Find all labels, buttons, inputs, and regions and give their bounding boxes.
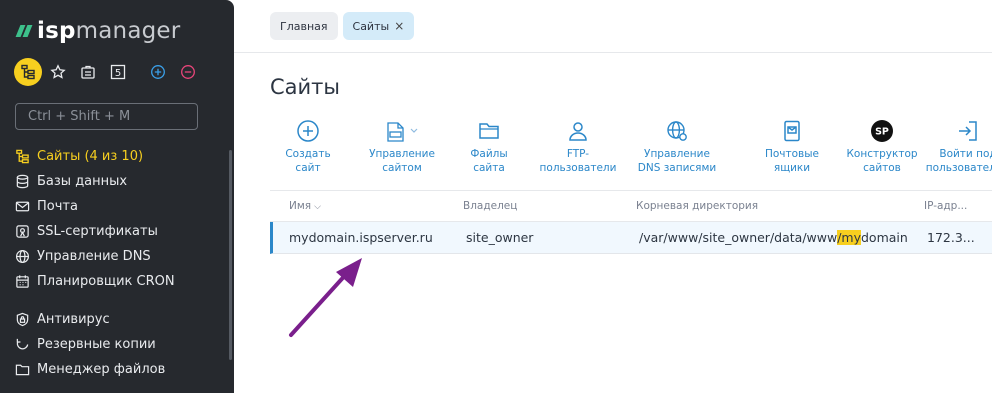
- header-divider: [234, 52, 992, 53]
- sidebar-item-label: SSL-сертификаты: [37, 224, 158, 239]
- table-header: Имя ⌵ Владелец Корневая директория IP-адр…: [270, 190, 992, 222]
- site-files-button[interactable]: Файлы сайта: [459, 118, 519, 175]
- dns-settings-icon: [664, 118, 690, 144]
- chevron-down-icon[interactable]: ⌵: [314, 202, 321, 212]
- sidebar-item-dns[interactable]: Управление DNS: [15, 244, 225, 269]
- sitemap-icon[interactable]: [14, 58, 42, 86]
- number-5-icon[interactable]: 5: [104, 58, 132, 86]
- sidebar-item-label: Почта: [37, 199, 78, 214]
- login-as-user-button[interactable]: Войти под пользователем: [926, 118, 992, 175]
- sidebar-item-label: Сайты (4 из 10): [37, 149, 144, 164]
- toolbar-label: Управление DNS записями: [637, 148, 717, 174]
- sidebar-item-label: Резервные копии: [37, 337, 156, 352]
- logo-text-manager: manager: [75, 18, 181, 44]
- cell-owner: site_owner: [466, 230, 534, 245]
- database-icon: [15, 174, 30, 189]
- plus-circle-icon: [295, 118, 321, 144]
- backup-icon: [15, 337, 30, 352]
- toolbar-label: Файлы сайта: [470, 148, 508, 174]
- sidebar-item-cron[interactable]: Планировщик CRON: [15, 269, 225, 294]
- root-dir-suffix: domain....: [861, 230, 909, 245]
- site-manage-icon: [382, 118, 422, 144]
- column-header-name[interactable]: Имя ⌵: [270, 200, 445, 212]
- mailboxes-button[interactable]: Почтовые ящики: [748, 118, 836, 175]
- sidebar-item-databases[interactable]: Базы данных: [15, 169, 225, 194]
- menu-separator: [15, 294, 225, 307]
- sidebar-item-backups[interactable]: Резервные копии: [15, 332, 225, 357]
- sp-badge-icon: SP: [869, 118, 895, 144]
- cell-ip: 172.3...: [927, 230, 975, 245]
- star-icon[interactable]: [44, 58, 72, 86]
- tab-sites[interactable]: Сайты ×: [342, 12, 415, 40]
- tab-label: Главная: [280, 19, 328, 33]
- column-header-ip[interactable]: IP-адр...: [906, 200, 986, 212]
- site-builder-button[interactable]: SP Конструктор сайтов: [846, 118, 918, 175]
- shield-lock-icon: [15, 312, 30, 327]
- annotation-arrow-icon: [289, 258, 362, 337]
- quick-access-bar: 5: [14, 58, 204, 86]
- tab-home[interactable]: Главная: [270, 12, 338, 40]
- toolbar-label: Управление сайтом: [369, 148, 435, 174]
- column-header-label: IP-адр...: [924, 200, 968, 212]
- cell-root-dir: /var/www/site_owner/data/www/mydomain...…: [621, 230, 909, 245]
- toolbar-label: Войти под пользователем: [925, 148, 992, 174]
- number-5-text: 5: [115, 68, 121, 79]
- toolbar-label: FTP- пользователи: [539, 148, 617, 174]
- search-highlight: /my: [837, 230, 861, 245]
- search-input[interactable]: [15, 103, 198, 130]
- create-site-button[interactable]: Создать сайт: [270, 118, 346, 175]
- tab-bar: Главная Сайты ×: [270, 12, 419, 40]
- column-header-owner[interactable]: Владелец: [445, 200, 618, 212]
- sites-table: Имя ⌵ Владелец Корневая директория IP-адр…: [270, 190, 992, 254]
- logo-mark-icon: [15, 24, 34, 38]
- ftp-user-icon: [565, 118, 591, 144]
- sidebar-item-label: Антивирус: [37, 312, 110, 327]
- manage-site-button[interactable]: Управление сайтом: [362, 118, 442, 175]
- sidebar-item-sites[interactable]: Сайты (4 из 10): [15, 144, 225, 169]
- table-row[interactable]: mydomain.ispserver.ru site_owner /var/ww…: [270, 222, 992, 254]
- app-window: isp manager 5 Ctrl + Shift + M Сайты (4 …: [0, 0, 992, 393]
- toolbar-label: Конструктор сайтов: [846, 148, 918, 174]
- dns-records-button[interactable]: Управление DNS записями: [631, 118, 723, 175]
- minus-circle-icon[interactable]: [174, 58, 202, 86]
- sidebar: isp manager 5 Ctrl + Shift + M Сайты (4 …: [0, 0, 234, 393]
- ssl-icon: [15, 224, 30, 239]
- toolbar-label: Почтовые ящики: [764, 148, 819, 174]
- column-header-label: Корневая директория: [636, 200, 759, 212]
- sidebar-item-antivirus[interactable]: Антивирус: [15, 307, 225, 332]
- globe-icon: [15, 249, 30, 264]
- page-title: Сайты: [270, 75, 340, 99]
- sidebar-scrollbar[interactable]: [229, 150, 232, 360]
- sites-icon: [15, 149, 30, 164]
- mail-icon: [15, 199, 30, 214]
- login-icon: [955, 118, 981, 144]
- column-header-label: Владелец: [463, 200, 518, 212]
- toolbar-label: Создать сайт: [285, 148, 331, 174]
- column-header-label: Имя: [289, 200, 312, 212]
- toolbar: Создать сайт Управление сайтом Файлы сай…: [270, 118, 992, 180]
- sidebar-item-label: Базы данных: [37, 174, 128, 189]
- sidebar-item-ssl[interactable]: SSL-сертификаты: [15, 219, 225, 244]
- folder-icon: [476, 118, 502, 144]
- cell-name: mydomain.ispserver.ru: [289, 230, 433, 245]
- ftp-users-button[interactable]: FTP- пользователи: [536, 118, 620, 175]
- sidebar-item-label: Планировщик CRON: [37, 274, 175, 289]
- sidebar-item-label: Управление DNS: [37, 249, 151, 264]
- mailbox-icon: [779, 118, 805, 144]
- id-card-icon[interactable]: [74, 58, 102, 86]
- column-header-root-dir[interactable]: Корневая директория: [618, 200, 906, 212]
- root-dir-prefix: /var/www/site_owner/data/www: [639, 230, 838, 245]
- sidebar-item-file-manager[interactable]: Менеджер файлов: [15, 357, 225, 382]
- folder-icon: [15, 362, 30, 377]
- plus-circle-icon[interactable]: [144, 58, 172, 86]
- logo[interactable]: isp manager: [15, 18, 181, 44]
- tab-label: Сайты: [352, 19, 390, 33]
- sidebar-menu: Сайты (4 из 10) Базы данных Почта SSL-се…: [15, 144, 225, 382]
- close-icon[interactable]: ×: [394, 19, 404, 33]
- sp-badge-text: SP: [875, 127, 889, 138]
- logo-text-isp: isp: [37, 18, 76, 44]
- sidebar-item-mail[interactable]: Почта: [15, 194, 225, 219]
- sidebar-item-label: Менеджер файлов: [37, 362, 166, 377]
- calendar-icon: [15, 274, 30, 289]
